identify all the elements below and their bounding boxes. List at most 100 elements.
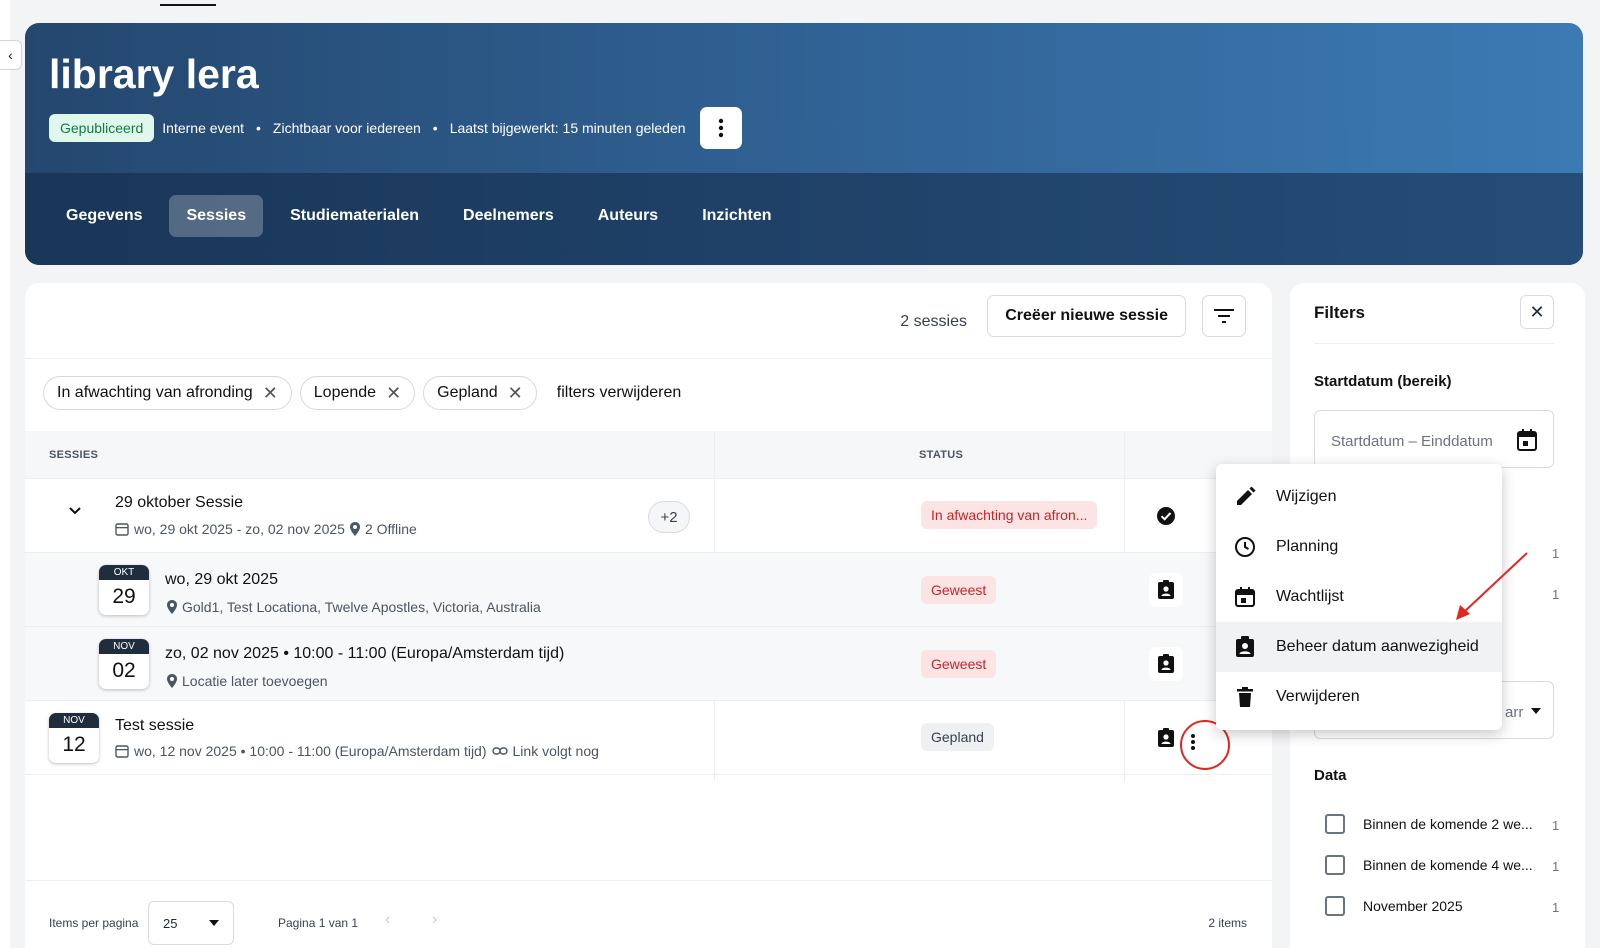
table-row[interactable]: NOV 12 Test sessie wo, 12 nov 2025 • 10:… (25, 701, 1272, 775)
menu-item-edit[interactable]: Wijzigen (1216, 472, 1502, 522)
location-pin-icon (167, 674, 177, 688)
checkbox[interactable] (1325, 896, 1345, 916)
filter-count: 1 (1552, 818, 1560, 833)
clipboard-person-icon (1236, 636, 1254, 657)
checkbox-label: Binnen de komende 2 we... (1363, 816, 1533, 832)
filters-title: Filters (1314, 303, 1366, 322)
link-icon (491, 747, 508, 755)
menu-item-delete[interactable]: Verwijderen (1216, 672, 1502, 722)
check-circle-icon (1157, 507, 1175, 525)
caret-down-icon (1531, 708, 1541, 714)
checkbox-label: November 2025 (1363, 898, 1463, 914)
close-filters-button[interactable]: ✕ (1520, 295, 1554, 329)
pagination-bar: Items per pagina 25 Pagina 1 van 1 ‹ › 2… (25, 880, 1272, 948)
meta-visibility: Zichtbaar voor iedereen (272, 120, 421, 136)
filter-count: 1 (1552, 900, 1560, 915)
checkbox-option[interactable]: November 2025 (1325, 896, 1463, 916)
date-badge-day: 29 (112, 585, 136, 608)
session-dates: wo, 12 nov 2025 • 10:00 - 11:00 (Europa/… (134, 743, 487, 759)
meta-separator: • (432, 120, 438, 136)
menu-item-waitlist[interactable]: Wachtlijst (1216, 572, 1502, 622)
tab-studiematerialen[interactable]: Studiematerialen (273, 195, 436, 237)
meta-event-type: Interne event (162, 120, 245, 136)
menu-item-label: Wijzigen (1276, 488, 1337, 505)
status-badge: Geweest (921, 576, 997, 604)
filter-chip[interactable]: In afwachting van afronding ✕ (43, 376, 292, 410)
session-title: 29 oktober Sessie (115, 494, 244, 511)
top-indicator (160, 4, 216, 6)
chip-label: Gepland (437, 384, 498, 401)
status-badge: Gepland (921, 723, 994, 751)
chip-label: In afwachting van afronding (57, 384, 253, 401)
chevron-down-icon[interactable] (69, 507, 81, 515)
menu-item-label: Verwijderen (1276, 688, 1360, 705)
filter-button[interactable] (1202, 295, 1246, 337)
clipboard-person-icon (1158, 580, 1174, 599)
per-page-select[interactable]: 25 (148, 901, 234, 945)
checkbox-option[interactable]: Binnen de komende 2 we... (1325, 814, 1533, 834)
date-badge: NOV 02 (99, 639, 149, 689)
date-badge-month: NOV (99, 639, 149, 654)
next-page-button[interactable]: › (432, 911, 437, 929)
date-range-input[interactable]: Startdatum – Einddatum (1314, 410, 1554, 468)
complete-button[interactable] (1149, 499, 1183, 533)
divider (1314, 343, 1554, 344)
column-header-sessions: SESSIES (49, 449, 99, 461)
calendar-icon[interactable] (1517, 429, 1537, 451)
checkbox[interactable] (1325, 855, 1345, 875)
more-sessions-badge[interactable]: +2 (648, 501, 690, 533)
attendance-button[interactable] (1149, 573, 1183, 607)
status-badge: Gepubliceerd (49, 114, 155, 142)
date-badge-day: 02 (112, 659, 136, 682)
table-row[interactable]: OKT 29 wo, 29 okt 2025 Gold1, Test Locat… (25, 553, 1272, 627)
filter-chip[interactable]: Lopende ✕ (299, 376, 416, 410)
filter-count: 1 (1552, 587, 1560, 602)
tab-gegevens[interactable]: Gegevens (49, 195, 159, 237)
session-dates: wo, 29 okt 2025 - zo, 02 nov 2025 (134, 521, 345, 537)
close-icon[interactable]: ✕ (386, 384, 401, 402)
date-badge-month: NOV (49, 713, 99, 728)
create-session-button[interactable]: Creëer nieuwe sessie (987, 295, 1186, 337)
collapse-button[interactable]: ‹ (0, 40, 22, 70)
active-filter-chips: In afwachting van afronding ✕ Lopende ✕ … (43, 376, 681, 410)
tab-deelnemers[interactable]: Deelnemers (446, 195, 571, 237)
meta-last-updated: Laatst bijgewerkt: 15 minuten geleden (449, 120, 686, 136)
tab-sessies[interactable]: Sessies (169, 195, 264, 237)
location-pin-icon (167, 600, 177, 614)
filter-count: 1 (1552, 859, 1560, 874)
session-meta: wo, 12 nov 2025 • 10:00 - 11:00 (Europa/… (115, 743, 599, 759)
menu-item-label: Planning (1276, 538, 1339, 555)
kebab-icon (718, 118, 723, 138)
close-icon[interactable]: ✕ (508, 384, 523, 402)
date-badge: NOV 12 (49, 713, 99, 763)
clear-filters-link[interactable]: filters verwijderen (557, 384, 681, 402)
table-row[interactable]: NOV 02 zo, 02 nov 2025 • 10:00 - 11:00 (… (25, 627, 1272, 701)
menu-item-label: Beheer datum aanwezigheid (1276, 638, 1479, 655)
tab-auteurs[interactable]: Auteurs (581, 195, 675, 237)
close-icon[interactable]: ✕ (263, 384, 278, 402)
filter-section-startdate: Startdatum (bereik) (1314, 373, 1452, 390)
table-row[interactable]: 29 oktober Sessie wo, 29 okt 2025 - zo, … (25, 479, 1272, 553)
meta-separator: • (256, 120, 261, 136)
table-header: SESSIES STATUS (25, 431, 1272, 479)
chevron-left-icon: ‹ (8, 47, 13, 63)
checkbox[interactable] (1325, 814, 1345, 834)
date-badge-month: OKT (99, 565, 149, 580)
session-count: 2 sessies (900, 313, 967, 330)
filter-chip[interactable]: Gepland ✕ (423, 376, 537, 410)
menu-item-manage-attendance[interactable]: Beheer datum aanwezigheid (1216, 622, 1502, 672)
session-date: wo, 29 okt 2025 (165, 571, 278, 588)
checkbox-option[interactable]: Binnen de komende 4 we... (1325, 855, 1533, 875)
session-location: 2 Offline (364, 521, 417, 537)
page-indicator: Pagina 1 van 1 (278, 916, 359, 930)
attendance-button[interactable] (1149, 647, 1183, 681)
meta-row: Gepubliceerd Interne event • Zichtbaar v… (49, 107, 742, 149)
tab-inzichten[interactable]: Inzichten (685, 195, 788, 237)
previous-page-button[interactable]: ‹ (385, 911, 390, 929)
sessions-toolbar: 2 sessies Creëer nieuwe sessie (25, 283, 1272, 359)
clipboard-person-icon (1158, 654, 1174, 673)
menu-item-planning[interactable]: Planning (1216, 522, 1502, 572)
filter-count: 1 (1552, 546, 1560, 561)
header-more-button[interactable] (699, 107, 742, 149)
status-badge: In afwachting van afron... (921, 501, 1098, 529)
